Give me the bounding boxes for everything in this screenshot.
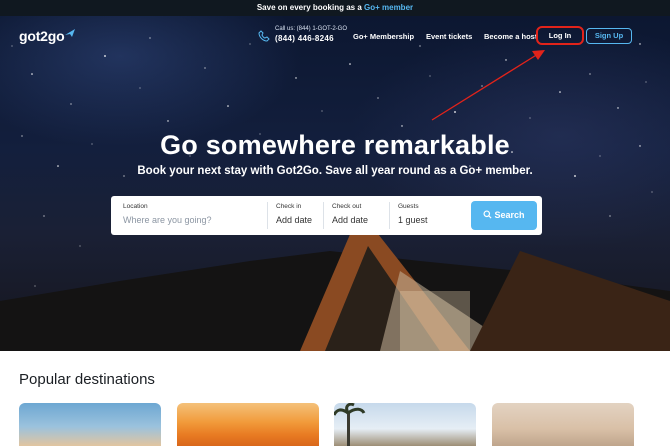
promo-bar: Save on every booking as a Go+ member [0, 0, 670, 16]
popular-destinations-heading: Popular destinations [19, 371, 155, 388]
search-button[interactable]: Search [471, 201, 537, 230]
search-divider [389, 202, 390, 229]
guests-value[interactable]: 1 guest [398, 215, 428, 225]
checkin-field[interactable]: Check in Add date [276, 203, 312, 225]
checkout-label: Check out [332, 203, 362, 210]
top-nav: got2go Call us: (844) 1-GOT-2-GO (844) 4… [0, 16, 670, 56]
signup-button[interactable]: Sign Up [586, 28, 632, 44]
destination-card[interactable] [492, 403, 634, 446]
nav-event-tickets[interactable]: Event tickets [426, 32, 472, 41]
promo-text: Save on every booking as a [256, 3, 364, 12]
destination-card[interactable] [177, 403, 319, 446]
hero-subtitle: Book your next stay with Got2Go. Save al… [137, 165, 533, 177]
phone-caption: Call us: (844) 1-GOT-2-GO [275, 26, 348, 32]
search-icon [483, 210, 492, 219]
login-button[interactable]: Log In [536, 26, 584, 45]
palm-tree-image [334, 403, 366, 446]
nav-go-plus-membership[interactable]: Go+ Membership [353, 32, 414, 41]
nav-become-a-host[interactable]: Become a host [484, 32, 537, 41]
destination-card[interactable] [19, 403, 161, 446]
destination-card[interactable] [334, 403, 476, 446]
search-bar: Location Where are you going? Check in A… [111, 196, 542, 235]
location-label: Location [123, 203, 148, 210]
hero-title: Go somewhere remarkable [160, 130, 510, 160]
checkin-value[interactable]: Add date [276, 215, 312, 225]
guests-label: Guests [398, 203, 419, 210]
checkout-value[interactable]: Add date [332, 215, 368, 225]
plane-icon [65, 29, 76, 37]
hero-section [0, 16, 670, 351]
promo-link[interactable]: Go+ member [364, 3, 413, 12]
cabin-illustration [0, 231, 670, 351]
logo[interactable]: got2go [19, 28, 76, 44]
guests-field[interactable]: Guests 1 guest [398, 203, 428, 225]
location-input[interactable]: Where are you going? [123, 215, 212, 225]
search-button-label: Search [494, 210, 525, 220]
search-divider [323, 202, 324, 229]
checkout-field[interactable]: Check out Add date [332, 203, 368, 225]
search-divider [267, 202, 268, 229]
checkin-label: Check in [276, 203, 302, 210]
phone-icon [258, 30, 270, 42]
logo-text: got2go [19, 28, 65, 44]
phone-number: (844) 446-8246 [275, 34, 334, 43]
location-field[interactable]: Location Where are you going? [123, 203, 212, 225]
